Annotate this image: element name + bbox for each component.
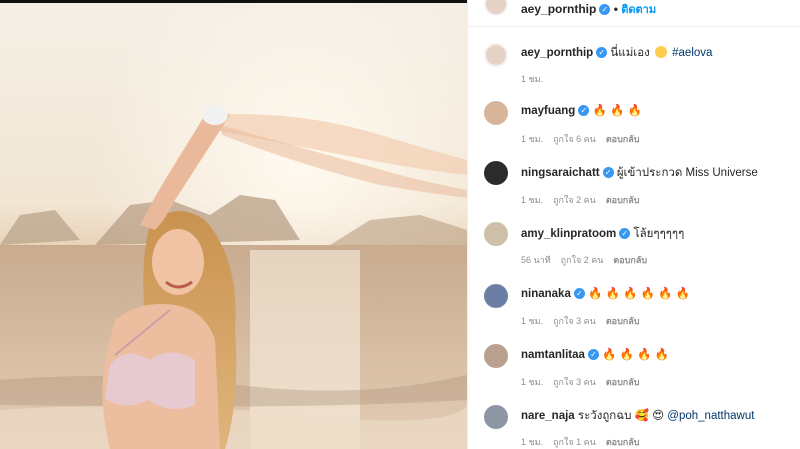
comment-text: ผู้เข้าประกวด Miss Universe bbox=[616, 167, 758, 179]
caption-meta: 1 ชม. bbox=[521, 72, 553, 86]
comment-mention[interactable]: @poh_natthawut bbox=[667, 410, 754, 422]
verified-badge-icon: ✓ bbox=[596, 47, 608, 58]
comment-text: 🔥 🔥 🔥 🔥 🔥 🔥 bbox=[588, 288, 690, 300]
caption-avatar[interactable] bbox=[484, 43, 508, 67]
comment-text: 🔥 🔥 🔥 bbox=[592, 105, 642, 117]
verified-badge-icon: ✓ bbox=[587, 349, 599, 360]
comment-meta: 1 ชม. ถูกใจ 6 คน ตอบกลับ bbox=[521, 132, 649, 146]
comment-username[interactable]: nare_naja bbox=[521, 410, 575, 422]
comment-avatar[interactable] bbox=[484, 101, 508, 125]
beach-photo-image bbox=[0, 0, 467, 449]
reply-button[interactable]: ตอบกลับ bbox=[613, 255, 647, 265]
comment-avatar[interactable] bbox=[484, 161, 508, 185]
author-username[interactable]: aey_pornthip bbox=[521, 2, 596, 16]
smile-emoji-icon bbox=[654, 46, 667, 58]
comment-likes[interactable]: ถูกใจ 2 คน bbox=[561, 255, 604, 265]
comment-username[interactable]: mayfuang bbox=[521, 105, 575, 117]
author-avatar[interactable] bbox=[484, 0, 508, 16]
comment-avatar[interactable] bbox=[484, 405, 508, 429]
comment-row: namtanlitaa ✓ 🔥 🔥 🔥 🔥 bbox=[521, 347, 669, 361]
comment-row: ningsaraichatt ✓ ผู้เข้าประกวด Miss Unive… bbox=[521, 164, 758, 182]
comment-username[interactable]: amy_klinpratoom bbox=[521, 228, 616, 240]
verified-badge-icon: ✓ bbox=[578, 105, 590, 116]
comment-time[interactable]: 1 ชม. bbox=[521, 134, 543, 144]
comment-row: mayfuang ✓ 🔥 🔥 🔥 bbox=[521, 103, 642, 117]
photo-top-edge bbox=[0, 0, 467, 3]
comment-meta: 1 ชม. ถูกใจ 1 คน ตอบกลับ bbox=[521, 435, 649, 449]
comment-avatar[interactable] bbox=[484, 284, 508, 308]
comment-likes[interactable]: ถูกใจ 3 คน bbox=[553, 316, 596, 326]
comment-text: 🔥 🔥 🔥 🔥 bbox=[602, 349, 669, 361]
reply-button[interactable]: ตอบกลับ bbox=[606, 377, 640, 387]
comment-row: ninanaka ✓ 🔥 🔥 🔥 🔥 🔥 🔥 bbox=[521, 286, 690, 300]
comment-meta: 1 ชม. ถูกใจ 3 คน ตอบกลับ bbox=[521, 375, 649, 389]
post-header: aey_pornthip ✓ • ติดตาม bbox=[468, 0, 800, 27]
comment-likes[interactable]: ถูกใจ 1 คน bbox=[553, 437, 596, 447]
comment-time[interactable]: 1 ชม. bbox=[521, 437, 543, 447]
reply-button[interactable]: ตอบกลับ bbox=[606, 316, 640, 326]
verified-badge-icon: ✓ bbox=[602, 167, 614, 178]
comment-username[interactable]: namtanlitaa bbox=[521, 349, 585, 361]
reply-button[interactable]: ตอบกลับ bbox=[606, 437, 640, 447]
comment-likes[interactable]: ถูกใจ 2 คน bbox=[553, 195, 596, 205]
caption-time[interactable]: 1 ชม. bbox=[521, 74, 543, 84]
comment-text: ระวังถูกฉบ 🥰 😍 bbox=[577, 410, 665, 422]
comment-text: โล้ยๆๆๆๆๆ bbox=[633, 228, 685, 240]
comment-likes[interactable]: ถูกใจ 6 คน bbox=[553, 134, 596, 144]
comments-panel: aey_pornthip ✓ • ติดตาม aey_pornthip ✓ นี่… bbox=[467, 0, 800, 449]
verified-badge-icon: ✓ bbox=[619, 228, 631, 239]
comment-time[interactable]: 1 ชม. bbox=[521, 316, 543, 326]
comment-time[interactable]: 1 ชม. bbox=[521, 377, 543, 387]
comment-row: nare_naja ระวังถูกฉบ 🥰 😍 @poh_natthawut bbox=[521, 407, 754, 425]
comment-meta: 1 ชม. ถูกใจ 2 คน ตอบกลับ bbox=[521, 193, 649, 207]
comment-time[interactable]: 56 นาที bbox=[521, 255, 551, 265]
comment-time[interactable]: 1 ชม. bbox=[521, 195, 543, 205]
comment-avatar[interactable] bbox=[484, 344, 508, 368]
comment-row: amy_klinpratoom ✓ โล้ยๆๆๆๆๆ bbox=[521, 225, 684, 243]
reply-button[interactable]: ตอบกลับ bbox=[606, 134, 640, 144]
comment-likes[interactable]: ถูกใจ 3 คน bbox=[553, 377, 596, 387]
comment-username[interactable]: ningsaraichatt bbox=[521, 167, 600, 179]
post-photo[interactable] bbox=[0, 0, 467, 449]
caption-text: นี่แม่เอง bbox=[610, 47, 650, 59]
comment-meta: 1 ชม. ถูกใจ 3 คน ตอบกลับ bbox=[521, 314, 649, 328]
caption-username[interactable]: aey_pornthip bbox=[521, 47, 593, 59]
follow-button[interactable]: ติดตาม bbox=[621, 4, 656, 16]
verified-badge-icon: ✓ bbox=[573, 288, 585, 299]
caption: aey_pornthip ✓ นี่แม่เอง #aelova bbox=[521, 44, 712, 62]
reply-button[interactable]: ตอบกลับ bbox=[606, 195, 640, 205]
comment-username[interactable]: ninanaka bbox=[521, 288, 571, 300]
comment-avatar[interactable] bbox=[484, 222, 508, 246]
verified-badge-icon: ✓ bbox=[599, 4, 611, 15]
caption-hashtag[interactable]: #aelova bbox=[672, 47, 712, 59]
comment-meta: 56 นาที ถูกใจ 2 คน ตอบกลับ bbox=[521, 253, 657, 267]
